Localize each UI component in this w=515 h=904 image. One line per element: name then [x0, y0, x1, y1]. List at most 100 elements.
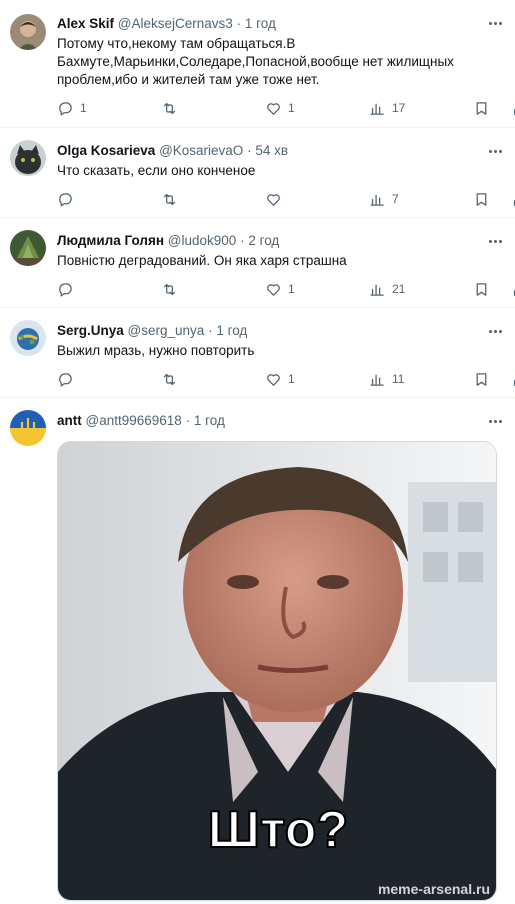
bookmark-button[interactable] [473, 281, 490, 298]
author-handle[interactable]: @antt99669618 [86, 413, 182, 428]
tweet[interactable]: Людмила Голян @ludok900 · 2 год Повністю… [0, 218, 515, 308]
tweet-header: Людмила Голян @ludok900 · 2 год [57, 232, 491, 250]
reply-feed: Alex Skif @AleksejCernavs3 · 1 год Потом… [0, 0, 515, 904]
retweet-button[interactable] [161, 371, 184, 388]
avatar-image [10, 230, 46, 266]
tweet-header: antt @antt99669618 · 1 год [57, 412, 491, 430]
more-icon[interactable] [489, 410, 507, 423]
reply-icon [59, 101, 72, 116]
author-name[interactable]: antt [57, 413, 82, 428]
views-count: 17 [392, 101, 406, 115]
bookmark-icon [476, 282, 487, 296]
more-icon[interactable] [489, 320, 507, 333]
bookmark-button[interactable] [473, 191, 490, 208]
retweet-icon [163, 193, 176, 205]
separator-dot: · [240, 233, 245, 248]
reply-count: 1 [80, 101, 87, 115]
timestamp[interactable]: 54 хв [255, 143, 288, 158]
reply-button[interactable] [57, 191, 80, 208]
timestamp[interactable]: 1 год [194, 413, 225, 428]
reply-button[interactable] [57, 371, 80, 388]
separator-dot: · [208, 323, 213, 338]
meme-image: Што? meme-arsenal.ru [58, 442, 496, 900]
views-button[interactable]: 7 [369, 191, 399, 208]
retweet-icon [163, 373, 176, 385]
avatar-image [10, 140, 46, 176]
bookmark-button[interactable] [473, 371, 490, 388]
share-button[interactable] [511, 371, 515, 388]
author-handle[interactable]: @serg_unya [128, 323, 205, 338]
reply-button[interactable] [57, 281, 80, 298]
bookmark-icon [476, 101, 487, 115]
tweet-header: Serg.Unya @serg_unya · 1 год [57, 322, 491, 340]
reply-icon [59, 192, 72, 207]
avatar[interactable] [10, 140, 46, 176]
author-name[interactable]: Olga Kosarieva [57, 143, 155, 158]
avatar-image [10, 320, 46, 356]
views-button[interactable]: 21 [369, 281, 405, 298]
views-icon [370, 284, 384, 296]
views-count: 21 [392, 282, 406, 296]
bookmark-button[interactable] [473, 100, 490, 117]
views-button[interactable]: 17 [369, 100, 405, 117]
timestamp[interactable]: 1 год [216, 323, 247, 338]
separator-dot: · [185, 413, 191, 428]
tweet-text: Потому что,некому там обращаться.В Бахму… [57, 36, 454, 87]
author-handle[interactable]: @ludok900 [168, 233, 237, 248]
avatar-image [10, 410, 46, 446]
author-name[interactable]: Людмила Голян [57, 233, 164, 248]
retweet-icon [163, 283, 176, 295]
meme-watermark: meme-arsenal.ru [378, 881, 490, 897]
tweet-header: Olga Kosarieva @KosarievaO · 54 хв [57, 142, 491, 160]
author-handle[interactable]: @KosarievaO [159, 143, 243, 158]
retweet-button[interactable] [161, 100, 184, 117]
author-name[interactable]: Alex Skif [57, 16, 114, 31]
reply-icon [59, 282, 72, 297]
share-icon [513, 199, 515, 206]
views-icon [370, 103, 384, 115]
like-icon [267, 102, 280, 115]
author-name[interactable]: Serg.Unya [57, 323, 124, 338]
timestamp[interactable]: 2 год [248, 233, 279, 248]
avatar[interactable] [10, 14, 46, 50]
meme-caption: Што? [208, 801, 349, 859]
avatar-image [10, 14, 46, 50]
views-count: 11 [392, 372, 405, 386]
author-handle[interactable]: @AleksejCernavs3 [118, 16, 233, 31]
like-count: 1 [288, 282, 295, 296]
like-button[interactable] [265, 191, 288, 208]
timestamp[interactable]: 1 год [245, 16, 276, 31]
share-icon [513, 108, 515, 115]
share-button[interactable] [511, 191, 515, 208]
separator-dot: · [247, 143, 252, 158]
views-button[interactable]: 11 [369, 371, 404, 388]
like-button[interactable]: 1 [265, 281, 295, 298]
more-icon[interactable] [489, 140, 507, 153]
views-icon [370, 194, 384, 206]
tweet[interactable]: Serg.Unya @serg_unya · 1 год Выжил мразь… [0, 308, 515, 398]
tweet-media-image[interactable]: Што? meme-arsenal.ru [57, 441, 497, 901]
avatar[interactable] [10, 320, 46, 356]
retweet-button[interactable] [161, 191, 184, 208]
retweet-button[interactable] [161, 281, 184, 298]
bookmark-icon [476, 192, 487, 206]
share-button[interactable] [511, 100, 515, 117]
bookmark-icon [476, 372, 487, 386]
avatar[interactable] [10, 230, 46, 266]
like-icon [267, 283, 280, 296]
tweet[interactable]: Olga Kosarieva @KosarievaO · 54 хв Что с… [0, 128, 515, 218]
tweet-text: Что сказать, если оно конченое [57, 163, 256, 178]
like-icon [267, 373, 280, 386]
more-icon[interactable] [489, 230, 507, 243]
like-button[interactable]: 1 [265, 100, 295, 117]
more-icon[interactable] [489, 12, 507, 25]
avatar[interactable] [10, 410, 46, 446]
like-count: 1 [288, 101, 295, 115]
separator-dot: · [236, 16, 242, 31]
tweet[interactable]: Alex Skif @AleksejCernavs3 · 1 год Потом… [0, 0, 515, 128]
reply-button[interactable]: 1 [57, 100, 87, 117]
tweet-text: Выжил мразь, нужно повторить [57, 343, 255, 358]
like-button[interactable]: 1 [265, 371, 295, 388]
tweet-text: Повністю деградований. Он яка харя страш… [57, 253, 347, 268]
share-button[interactable] [511, 281, 515, 298]
